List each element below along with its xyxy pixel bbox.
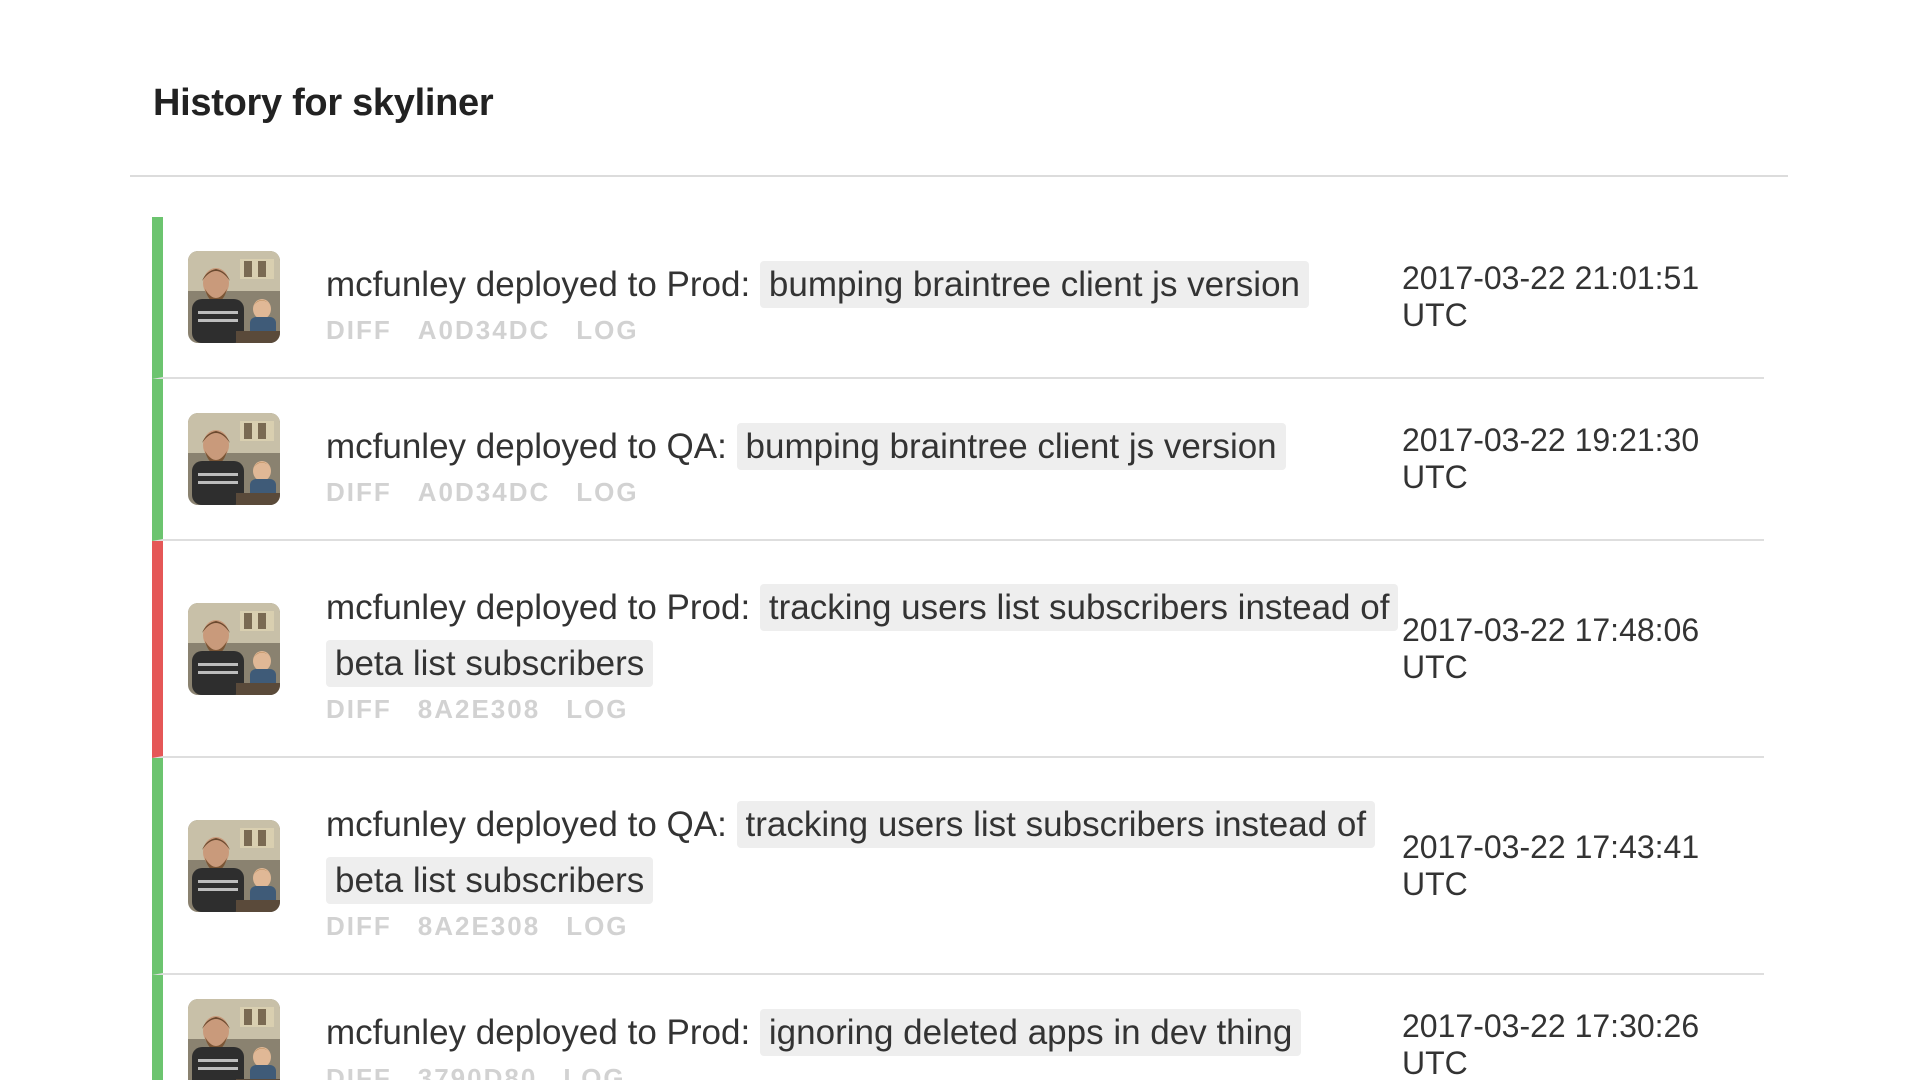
deploy-headline: mcfunley deployed to Prod: tracking user…: [326, 580, 1399, 692]
diff-link[interactable]: DIFF: [326, 477, 392, 507]
deploy-timestamp: 2017-03-22 19:21:30 UTC: [1402, 422, 1700, 495]
deploy-environment: QA:: [666, 805, 727, 844]
deploy-actor[interactable]: mcfunley: [326, 588, 466, 627]
log-link[interactable]: LOG: [563, 1063, 625, 1080]
avatar[interactable]: [188, 999, 280, 1080]
deploy-environment: QA:: [666, 426, 727, 466]
commit-sha-link[interactable]: A0D34DC: [418, 477, 551, 507]
user-photo-icon: [188, 819, 280, 912]
diff-link[interactable]: DIFF: [326, 1063, 392, 1080]
deploy-history-list: mcfunley deployed to Prod: bumping brain…: [152, 217, 1764, 1080]
page-title: History for skyliner: [153, 82, 494, 124]
deploy-entry: mcfunley deployed to Prod: tracking user…: [152, 541, 1764, 758]
avatar[interactable]: [188, 602, 280, 695]
deploy-action: deployed to: [475, 1012, 657, 1052]
deploy-details: mcfunley deployed to QA: bumping braintr…: [326, 393, 1394, 526]
deploy-actor[interactable]: mcfunley: [326, 265, 466, 304]
deploy-actor[interactable]: mcfunley: [326, 427, 466, 466]
user-photo-icon: [188, 413, 280, 505]
deploy-headline: mcfunley deployed to Prod: ignoring dele…: [326, 1005, 1394, 1061]
deploy-environment: Prod:: [666, 1012, 751, 1052]
commit-message: bumping braintree client js version: [736, 422, 1286, 470]
deploy-headline: mcfunley deployed to QA: bumping braintr…: [326, 419, 1394, 475]
deploy-action: deployed to: [475, 426, 657, 466]
deploy-headline: mcfunley deployed to Prod: bumping brain…: [326, 257, 1394, 313]
user-photo-icon: [188, 602, 280, 695]
deploy-environment: Prod:: [666, 264, 751, 304]
deploy-actor[interactable]: mcfunley: [326, 805, 466, 844]
history-page: History for skyliner mcfunley deployed t…: [0, 0, 1920, 1080]
avatar[interactable]: [188, 251, 280, 343]
deploy-headline: mcfunley deployed to QA: tracking users …: [326, 797, 1394, 909]
diff-link[interactable]: DIFF: [326, 315, 392, 345]
deploy-timestamp: 2017-03-22 17:30:26 UTC: [1402, 1008, 1700, 1080]
deploy-timestamp: 2017-03-22 17:48:06 UTC: [1402, 611, 1700, 685]
deploy-links: DIFF A0D34DC LOG: [326, 477, 1394, 508]
log-link[interactable]: LOG: [566, 694, 628, 724]
deploy-details: mcfunley deployed to Prod: tracking user…: [326, 554, 1399, 743]
commit-message: bumping braintree client js version: [759, 260, 1310, 308]
deploy-links: DIFF A0D34DC LOG: [326, 315, 1394, 346]
avatar[interactable]: [188, 413, 280, 505]
deploy-links: DIFF 8A2E308 LOG: [326, 911, 1394, 942]
deploy-action: deployed to: [475, 805, 657, 844]
user-photo-icon: [188, 999, 280, 1080]
deploy-action: deployed to: [475, 588, 657, 627]
deploy-timestamp: 2017-03-22 17:43:41 UTC: [1402, 828, 1700, 902]
diff-link[interactable]: DIFF: [326, 911, 392, 941]
avatar[interactable]: [188, 819, 280, 912]
deploy-details: mcfunley deployed to QA: tracking users …: [326, 771, 1394, 960]
deploy-details: mcfunley deployed to Prod: bumping brain…: [326, 231, 1394, 364]
commit-sha-link[interactable]: 8A2E308: [418, 694, 540, 724]
deploy-timestamp: 2017-03-22 21:01:51 UTC: [1402, 260, 1700, 333]
commit-sha-link[interactable]: 3790D80: [418, 1063, 538, 1080]
user-photo-icon: [188, 251, 280, 343]
commit-sha-link[interactable]: 8A2E308: [418, 911, 540, 941]
deploy-actor[interactable]: mcfunley: [326, 1013, 466, 1052]
deploy-entry: mcfunley deployed to QA: tracking users …: [152, 758, 1764, 975]
log-link[interactable]: LOG: [576, 477, 638, 507]
log-link[interactable]: LOG: [566, 911, 628, 941]
header-divider: [130, 175, 1788, 177]
deploy-links: DIFF 3790D80 LOG: [326, 1063, 1394, 1080]
commit-sha-link[interactable]: A0D34DC: [418, 315, 551, 345]
log-link[interactable]: LOG: [576, 315, 638, 345]
deploy-entry: mcfunley deployed to QA: bumping braintr…: [152, 379, 1764, 541]
deploy-entry: mcfunley deployed to Prod: ignoring dele…: [152, 975, 1764, 1080]
deploy-environment: Prod:: [666, 588, 751, 627]
commit-message: ignoring deleted apps in dev thing: [759, 1008, 1302, 1056]
deploy-details: mcfunley deployed to Prod: ignoring dele…: [326, 979, 1394, 1080]
deploy-action: deployed to: [475, 264, 657, 304]
deploy-entry: mcfunley deployed to Prod: bumping brain…: [152, 217, 1764, 379]
diff-link[interactable]: DIFF: [326, 694, 392, 724]
deploy-links: DIFF 8A2E308 LOG: [326, 694, 1394, 725]
